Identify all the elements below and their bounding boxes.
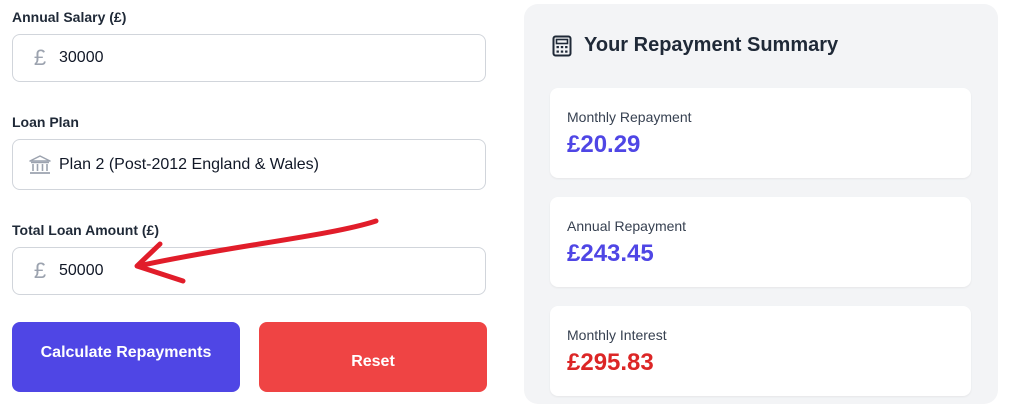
annual-salary-value[interactable]: 30000	[59, 49, 104, 67]
annual-repayment-value: £243.45	[567, 240, 654, 267]
calculate-repayments-button[interactable]: Calculate Repayments	[12, 322, 240, 392]
monthly-interest-label: Monthly Interest	[567, 327, 667, 343]
loan-plan-select[interactable]: Plan 2 (Post-2012 England & Wales)	[12, 139, 486, 190]
annual-salary-label: Annual Salary (£)	[12, 9, 127, 25]
monthly-repayment-label: Monthly Repayment	[567, 109, 692, 125]
pound-icon: £	[33, 258, 47, 283]
loan-plan-value[interactable]: Plan 2 (Post-2012 England & Wales)	[59, 156, 319, 174]
monthly-repayment-card: Monthly Repayment £20.29	[550, 88, 971, 178]
summary-heading: Your Repayment Summary	[552, 34, 838, 57]
pound-icon: £	[33, 45, 47, 70]
total-loan-label: Total Loan Amount (£)	[12, 222, 159, 238]
calculator-icon	[552, 35, 572, 56]
total-loan-value[interactable]: 50000	[59, 262, 104, 280]
monthly-repayment-value: £20.29	[567, 131, 641, 158]
summary-title: Your Repayment Summary	[584, 34, 839, 56]
monthly-interest-card: Monthly Interest £295.83	[550, 306, 971, 396]
annual-repayment-card: Annual Repayment £243.45	[550, 197, 971, 287]
annual-salary-field[interactable]: £ 30000	[12, 34, 486, 82]
monthly-interest-value: £295.83	[567, 349, 654, 376]
reset-button[interactable]: Reset	[259, 322, 487, 392]
bank-icon	[29, 154, 51, 175]
loan-plan-label: Loan Plan	[12, 114, 79, 130]
total-loan-field[interactable]: £ 50000	[12, 247, 486, 295]
annual-repayment-label: Annual Repayment	[567, 218, 687, 234]
